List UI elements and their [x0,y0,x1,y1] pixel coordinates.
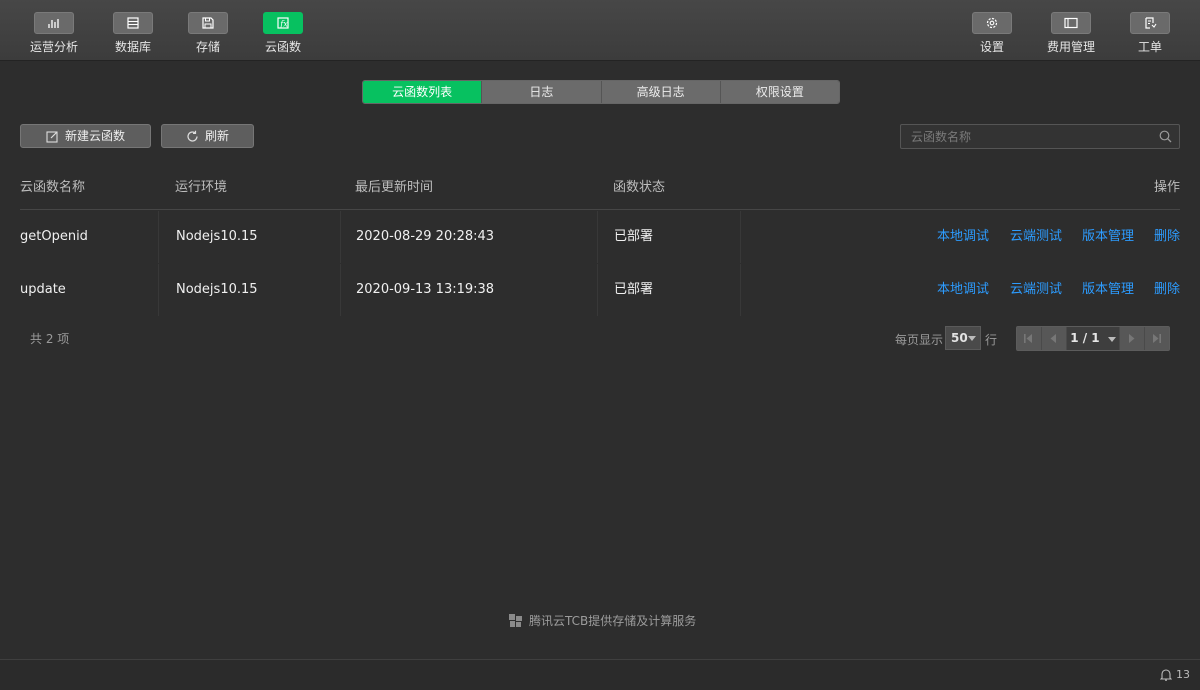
cell-status: 已部署 [614,282,654,297]
toolbar-label: 运营分析 [29,40,78,54]
next-page-button[interactable] [1119,327,1144,350]
ticket-icon [1130,12,1170,34]
cell-updated-time: 2020-09-13 13:19:38 [356,282,495,297]
current-page: 1 / 1 [1070,331,1100,345]
function-icon: fx [263,12,303,34]
pager: 1 / 1 [1016,326,1170,351]
version-manage-link[interactable]: 版本管理 [1082,211,1134,263]
chevron-down-icon [968,336,976,341]
database-icon [113,12,153,34]
column-divider [740,211,741,263]
cloud-test-link[interactable]: 云端测试 [1010,264,1062,316]
tencent-cloud-logo-icon [509,614,522,627]
per-page-unit: 行 [985,333,998,347]
column-divider [597,264,598,316]
toolbar-item-billing[interactable]: 费用管理 [1041,12,1101,55]
last-page-icon [1153,334,1161,343]
refresh-label: 刷新 [204,129,229,143]
column-header-updated: 最后更新时间 [355,180,434,195]
toolbar-item-storage[interactable]: 存储 [178,12,238,55]
search-icon[interactable] [1159,130,1172,143]
column-header-name: 云函数名称 [20,180,86,195]
footer-brand-text: 腾讯云TCB提供存储及计算服务 [529,614,697,628]
function-tabs: 云函数列表 日志 高级日志 权限设置 [362,80,840,104]
svg-text:fx: fx [279,20,288,29]
column-divider [340,211,341,263]
chevron-right-icon [1129,334,1135,343]
toolbar-label: 存储 [195,40,220,54]
column-header-ops: 操作 [1154,180,1181,195]
per-page-select[interactable]: 50 [945,326,981,350]
notification-count: 13 [1176,668,1190,681]
column-header-env: 运行环境 [175,180,228,195]
total-count: 共 2 项 [30,332,70,346]
cell-function-name: getOpenid [20,229,88,244]
column-divider [158,264,159,316]
tab-permissions[interactable]: 权限设置 [720,81,839,103]
column-header-status: 函数状态 [613,180,666,195]
table-row: getOpenid Nodejs10.15 2020-08-29 20:28:4… [0,211,1200,263]
footer-brand: 腾讯云TCB提供存储及计算服务 [508,612,696,629]
tab-logs[interactable]: 日志 [482,81,602,103]
toolbar-item-ticket[interactable]: 工单 [1120,12,1180,55]
search-input[interactable] [901,125,1151,148]
toolbar-item-settings[interactable]: 设置 [962,12,1022,55]
local-debug-link[interactable]: 本地调试 [937,264,989,316]
delete-link[interactable]: 删除 [1154,211,1180,263]
chevron-down-icon [1107,337,1116,342]
chevron-left-icon [1050,334,1056,343]
cell-function-name: update [20,282,66,297]
cell-updated-time: 2020-08-29 20:28:43 [356,229,495,244]
column-divider [158,211,159,263]
tab-function-list[interactable]: 云函数列表 [363,81,483,103]
bell-icon [1160,669,1172,681]
toolbar-item-cloud-function[interactable]: fx 云函数 [253,12,313,55]
local-debug-link[interactable]: 本地调试 [937,211,989,263]
toolbar-label: 云函数 [264,40,301,54]
toolbar-label: 设置 [979,40,1004,54]
toolbar-label: 工单 [1137,40,1162,54]
first-page-icon [1024,334,1032,343]
toolbar-item-analytics[interactable]: 运营分析 [24,12,84,55]
table-row: update Nodejs10.15 2020-09-13 13:19:38 已… [0,264,1200,316]
new-function-button[interactable]: 新建云函数 [20,124,151,148]
tab-advanced-logs[interactable]: 高级日志 [601,81,721,103]
prev-page-button[interactable] [1042,327,1067,350]
save-icon [188,12,228,34]
bar-chart-icon [34,12,74,34]
billing-icon [1051,12,1091,34]
refresh-button[interactable]: 刷新 [161,124,254,148]
last-page-button[interactable] [1144,327,1169,350]
new-function-label: 新建云函数 [64,129,125,143]
toolbar-label: 数据库 [114,40,151,54]
per-page-value: 50 [951,331,968,345]
first-page-button[interactable] [1017,327,1042,350]
delete-link[interactable]: 删除 [1154,264,1180,316]
cell-runtime: Nodejs10.15 [176,282,258,297]
toolbar-item-database[interactable]: 数据库 [103,12,163,55]
column-divider [740,264,741,316]
cell-runtime: Nodejs10.15 [176,229,258,244]
page-select[interactable]: 1 / 1 [1067,327,1119,350]
cell-status: 已部署 [614,229,654,244]
column-divider [597,211,598,263]
per-page-label: 每页显示 [895,333,944,347]
cloud-test-link[interactable]: 云端测试 [1010,211,1062,263]
search-box [900,124,1180,149]
notification-button[interactable]: 13 [1160,668,1190,681]
version-manage-link[interactable]: 版本管理 [1082,264,1134,316]
column-divider [340,264,341,316]
refresh-icon [187,130,198,142]
toolbar-label: 费用管理 [1046,40,1095,54]
status-bar: 13 [0,659,1200,690]
gear-icon [972,12,1012,34]
header-divider [20,209,1180,210]
edit-icon [46,130,58,143]
top-toolbar: 运营分析 数据库 存储 fx 云函数 设置 费用管理 工单 [0,0,1200,61]
